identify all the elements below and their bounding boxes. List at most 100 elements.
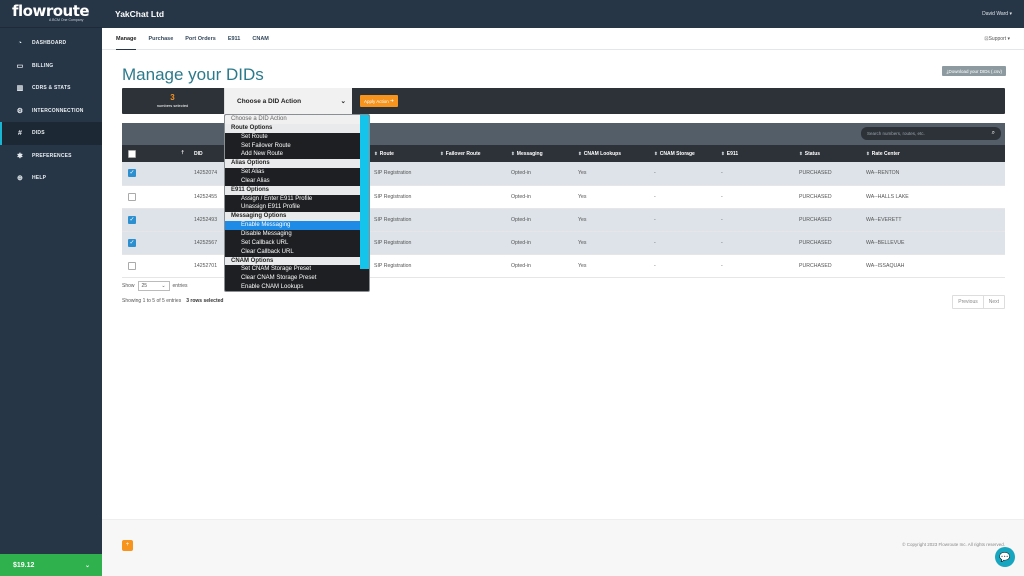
sidebar-item-help[interactable]: ⊕ HELP — [0, 167, 102, 190]
tab-port-orders[interactable]: Port Orders — [185, 28, 216, 50]
sort-up-icon[interactable]: 🡑 — [181, 150, 184, 158]
dashboard-icon: ◔ — [17, 39, 23, 47]
dropdown-option[interactable]: Set Route — [225, 133, 360, 142]
table-info: Showing 1 to 5 of 5 entries 3 rows select… — [122, 298, 223, 304]
dropdown-option[interactable]: Set Failover Route — [225, 142, 360, 151]
col-cnam-storage[interactable]: ⬍ CNAM Storage — [650, 145, 717, 162]
dropdown-option[interactable]: Add New Route — [225, 150, 360, 159]
action-bar: 3 numbers selected Choose a DID Action ⌄… — [122, 88, 1005, 114]
cell-status: PURCHASED — [799, 170, 832, 177]
cell-cnam-lookups: Yes — [578, 193, 587, 200]
cell-e911: - — [721, 193, 723, 200]
cell-e911: - — [721, 239, 723, 246]
row-checkbox[interactable]: ✓ — [128, 238, 136, 247]
col-status[interactable]: ⬍ Status — [795, 145, 862, 162]
cell-rate-center: WA--RENTON — [866, 170, 900, 177]
sidebar-item-label: PREFERENCES — [32, 152, 72, 159]
row-checkbox[interactable] — [128, 261, 136, 270]
sidebar-item-interconnection[interactable]: ⚙ INTERCONNECTION — [0, 100, 102, 123]
tab-manage[interactable]: Manage — [116, 28, 137, 50]
dropdown-option[interactable]: Disable Messaging — [225, 230, 360, 239]
col-messaging[interactable]: ⬍ Messaging — [507, 145, 574, 162]
dropdown-option[interactable]: Enable CNAM Lookups — [225, 283, 360, 291]
logo[interactable]: flowroute A BCM One Company — [0, 0, 102, 28]
gear-icon: ✱ — [16, 152, 24, 160]
select-all-checkbox[interactable] — [128, 149, 136, 158]
hash-icon: # — [17, 129, 23, 137]
col-failover[interactable]: ⬍ Failover Route — [436, 145, 507, 162]
did-action-dropdown[interactable]: Choose a DID Action Route Options Set Rou… — [224, 114, 370, 292]
col-e911[interactable]: ⬍ E911 — [717, 145, 795, 162]
dropdown-option[interactable]: Clear Callback URL — [225, 248, 360, 257]
cell-cnam-lookups: Yes — [578, 216, 587, 223]
org-name: YakChat Ltd — [115, 9, 165, 19]
sidebar-item-label: DASHBOARD — [32, 40, 67, 47]
caret-down-icon: ▾ — [1007, 35, 1010, 42]
tab-cnam[interactable]: CNAM — [252, 28, 269, 50]
sidebar-item-dids[interactable]: # DIDS — [0, 122, 102, 145]
apply-action-button[interactable]: Apply Action ➔ — [360, 95, 398, 107]
sidebar-item-dashboard[interactable]: ◔ DASHBOARD — [0, 32, 102, 55]
cell-cnam-lookups: Yes — [578, 170, 587, 177]
download-csv-button[interactable]: ⤓ Download your DIDs (.csv) — [942, 66, 1006, 76]
dropdown-option[interactable]: Unassign E911 Profile — [225, 203, 360, 212]
sidebar-item-label: INTERCONNECTION — [32, 107, 84, 114]
did-action-value: Choose a DID Action — [237, 97, 302, 105]
add-icon[interactable]: + — [122, 540, 133, 551]
row-checkbox[interactable]: ✓ — [128, 169, 136, 178]
row-checkbox[interactable]: ✓ — [128, 215, 136, 224]
col-rate-center[interactable]: ⬍ Rate Center — [862, 145, 1005, 162]
billing-icon: ▭ — [16, 62, 24, 70]
cell-cnam-storage: - — [654, 216, 656, 223]
sidebar-item-preferences[interactable]: ✱ PREFERENCES — [0, 145, 102, 168]
chart-icon: ▥ — [16, 85, 24, 93]
dropdown-option[interactable]: Enable Messaging — [225, 221, 360, 230]
col-cnam-storage-label: CNAM Storage — [659, 150, 695, 157]
row-checkbox[interactable] — [128, 192, 136, 201]
cell-route: SIP Registration — [374, 262, 412, 269]
cell-route: SIP Registration — [374, 239, 412, 246]
entries-info: Showing 1 to 5 of 5 entries — [122, 298, 182, 304]
dropdown-scrollbar[interactable] — [360, 115, 369, 269]
balance-bar[interactable]: $19.12 ⌄ — [0, 554, 102, 576]
col-e911-label: E911 — [726, 150, 739, 157]
dropdown-option[interactable]: Set Alias — [225, 168, 360, 177]
subnav: Manage Purchase Port Orders E911 CNAM ⊡S… — [102, 28, 1024, 50]
next-button[interactable]: Next — [984, 296, 1004, 308]
page-size-select[interactable]: 25 ⌄ — [137, 281, 170, 291]
dropdown-option[interactable]: Clear Alias — [225, 177, 360, 186]
cell-status: PURCHASED — [799, 193, 832, 200]
dropdown-group-label: E911 Options — [225, 185, 360, 195]
sidebar-item-label: DIDS — [32, 130, 45, 137]
cell-cnam-storage: - — [654, 239, 656, 246]
support-menu[interactable]: ⊡Support ▾ — [984, 36, 1010, 42]
chat-bubble-icon[interactable]: 💬 — [995, 547, 1015, 567]
col-route[interactable]: ⬍ Route — [370, 145, 436, 162]
sidebar-item-cdrs[interactable]: ▥ CDRS & STATS — [0, 77, 102, 100]
selected-counter: 3 numbers selected — [122, 88, 223, 114]
previous-button[interactable]: Previous — [953, 296, 984, 308]
entries-label: entries — [172, 283, 188, 289]
dropdown-option[interactable]: Assign / Enter E911 Profile — [225, 195, 360, 204]
dropdown-option[interactable]: Clear CNAM Storage Preset — [225, 274, 360, 283]
cell-rate-center: WA--BELLEVUE — [866, 239, 905, 246]
cell-status: PURCHASED — [799, 262, 832, 269]
globe-icon: ⊕ — [16, 175, 24, 183]
dropdown-group-label: Route Options — [225, 123, 360, 133]
tab-purchase[interactable]: Purchase — [148, 28, 173, 50]
cell-cnam-lookups: Yes — [578, 262, 587, 269]
chevron-down-icon: ⌄ — [340, 98, 346, 105]
cell-status: PURCHASED — [799, 216, 832, 223]
dropdown-group-label: Alias Options — [225, 159, 360, 169]
search-input[interactable]: Search numbers, routes, etc. ⌕ — [861, 127, 1001, 140]
col-cnam-lookups[interactable]: ⬍ CNAM Lookups — [574, 145, 650, 162]
did-action-select[interactable]: Choose a DID Action ⌄ — [224, 88, 352, 114]
user-menu[interactable]: David Ward ▾ — [982, 11, 1012, 17]
dropdown-option[interactable]: Set CNAM Storage Preset — [225, 265, 360, 274]
search-placeholder: Search numbers, routes, etc. — [867, 131, 925, 136]
sidebar-item-billing[interactable]: ▭ BILLING — [0, 55, 102, 78]
dropdown-placeholder[interactable]: Choose a DID Action — [225, 115, 360, 124]
tab-e911[interactable]: E911 — [228, 28, 241, 50]
cell-failover — [436, 208, 507, 231]
dropdown-option[interactable]: Set Callback URL — [225, 239, 360, 248]
